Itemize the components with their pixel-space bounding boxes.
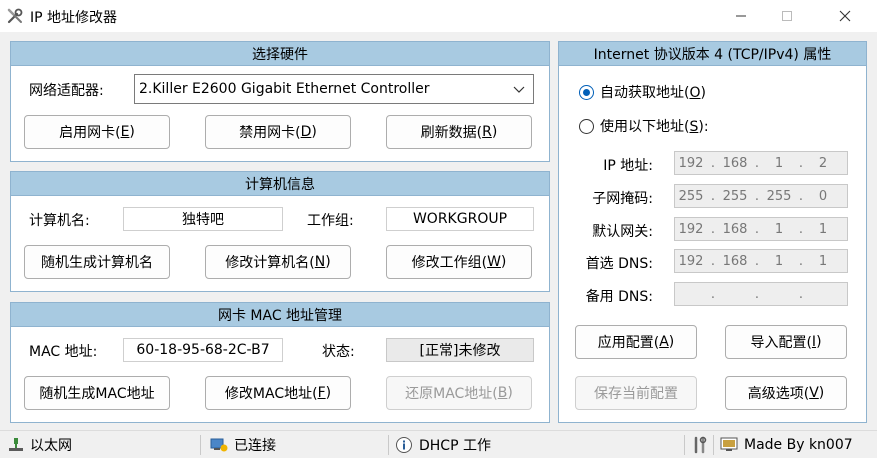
subnet-mask-label: 子网掩码: — [592, 191, 653, 207]
monitor-icon — [720, 437, 738, 451]
hardware-group: 选择硬件 网络适配器: 2.Killer E2600 Gigabit Ether… — [10, 41, 550, 162]
random-mac-button[interactable]: 随机生成MAC地址 — [24, 376, 170, 410]
dhcp-cell: DHCP 工作 — [395, 431, 491, 458]
client-area: 选择硬件 网络适配器: 2.Killer E2600 Gigabit Ether… — [0, 32, 877, 430]
apply-config-button[interactable]: 应用配置(A) — [575, 325, 697, 359]
mac-state-label: 状态: — [322, 344, 355, 360]
enable-adapter-button[interactable]: 启用网卡(E) — [24, 115, 170, 149]
random-computer-name-button[interactable]: 随机生成计算机名 — [24, 245, 170, 279]
computer-group-title: 计算机信息 — [11, 172, 549, 196]
gateway-label: 默认网关: — [592, 224, 653, 240]
advanced-options-button[interactable]: 高级选项(V) — [725, 376, 847, 410]
connection-state-text: 已连接 — [234, 438, 276, 454]
dhcp-status-text: DHCP 工作 — [419, 438, 491, 454]
close-button[interactable] — [822, 0, 868, 32]
radio-selected-icon — [579, 84, 594, 100]
import-config-button[interactable]: 导入配置(I) — [725, 325, 847, 359]
secondary-dns-label: 备用 DNS: — [585, 289, 653, 305]
settings-cell[interactable] — [691, 431, 709, 458]
mac-group-title: 网卡 MAC 地址管理 — [11, 303, 549, 327]
chevron-down-icon — [513, 86, 525, 93]
maximize-icon — [782, 11, 792, 21]
close-icon — [839, 10, 851, 22]
computer-name-field[interactable]: 独特吧 — [123, 207, 283, 231]
computer-name-label: 计算机名: — [29, 213, 90, 229]
made-by-text: Made By kn007 — [744, 437, 853, 453]
auto-address-radio[interactable]: 自动获取地址(O) — [579, 82, 706, 102]
workgroup-label: 工作组: — [307, 213, 354, 229]
title-bar: IP 地址修改器 — [0, 0, 877, 32]
mac-address-field[interactable]: 60-18-95-68-2C-B7 — [123, 338, 283, 362]
status-separator — [684, 435, 685, 455]
manual-address-radio[interactable]: 使用以下地址(S): — [579, 116, 709, 136]
rename-computer-button[interactable]: 修改计算机名(N) — [205, 245, 351, 279]
mac-group: 网卡 MAC 地址管理 MAC 地址: 60-18-95-68-2C-B7 状态… — [10, 302, 550, 423]
maximize-button[interactable] — [764, 0, 810, 32]
hardware-group-title: 选择硬件 — [11, 42, 549, 66]
minimize-icon — [736, 15, 746, 17]
tools-icon — [694, 436, 707, 454]
adapter-select-value: 2.Killer E2600 Gigabit Ethernet Controll… — [139, 81, 430, 97]
subnet-mask-field[interactable]: 255. 255. 255. 0 — [674, 184, 848, 208]
modify-mac-button[interactable]: 修改MAC地址(F) — [205, 376, 351, 410]
primary-dns-field[interactable]: 192. 168. 1. 1 — [674, 249, 848, 273]
ipv4-group: Internet 协议版本 4 (TCP/IPv4) 属性 自动获取地址(O) … — [558, 41, 867, 423]
secondary-dns-field[interactable]: ... — [674, 282, 848, 306]
adapter-label: 网络适配器: — [29, 83, 104, 99]
status-separator — [388, 435, 389, 455]
modify-workgroup-button[interactable]: 修改工作组(W) — [386, 245, 532, 279]
minimize-button[interactable] — [718, 0, 764, 32]
computer-group: 计算机信息 计算机名: 独特吧 工作组: WORKGROUP 随机生成计算机名 … — [10, 171, 550, 292]
mac-state-field: [正常]未修改 — [386, 338, 534, 362]
status-bar: 以太网 已连接 DHCP 工作 Made By kn007 — [0, 430, 877, 458]
ip-address-field[interactable]: 192. 168. 1. 2 — [674, 151, 848, 175]
workgroup-field[interactable]: WORKGROUP — [386, 207, 534, 231]
tools-icon — [7, 8, 23, 24]
about-cell[interactable]: Made By kn007 — [720, 431, 853, 458]
adapter-select[interactable]: 2.Killer E2600 Gigabit Ethernet Controll… — [134, 74, 534, 104]
connection-type-text: 以太网 — [30, 438, 72, 454]
window-title: IP 地址修改器 — [30, 10, 118, 26]
info-icon — [396, 437, 412, 453]
refresh-data-button[interactable]: 刷新数据(R) — [386, 115, 532, 149]
status-separator — [713, 435, 714, 455]
save-config-button[interactable]: 保存当前配置 — [575, 376, 697, 410]
gateway-field[interactable]: 192. 168. 1. 1 — [674, 217, 848, 241]
connection-state-cell: 已连接 — [210, 431, 276, 458]
disable-adapter-button[interactable]: 禁用网卡(D) — [205, 115, 351, 149]
status-separator — [200, 435, 201, 455]
ethernet-icon — [9, 438, 23, 451]
mac-address-label: MAC 地址: — [29, 344, 98, 360]
ipv4-group-title: Internet 协议版本 4 (TCP/IPv4) 属性 — [559, 42, 866, 66]
network-connected-icon — [210, 438, 228, 452]
restore-mac-button[interactable]: 还原MAC地址(B) — [386, 376, 532, 410]
primary-dns-label: 首选 DNS: — [585, 256, 653, 272]
connection-type-cell: 以太网 — [8, 431, 72, 458]
ip-address-label: IP 地址: — [603, 158, 653, 174]
radio-unselected-icon — [579, 118, 594, 134]
